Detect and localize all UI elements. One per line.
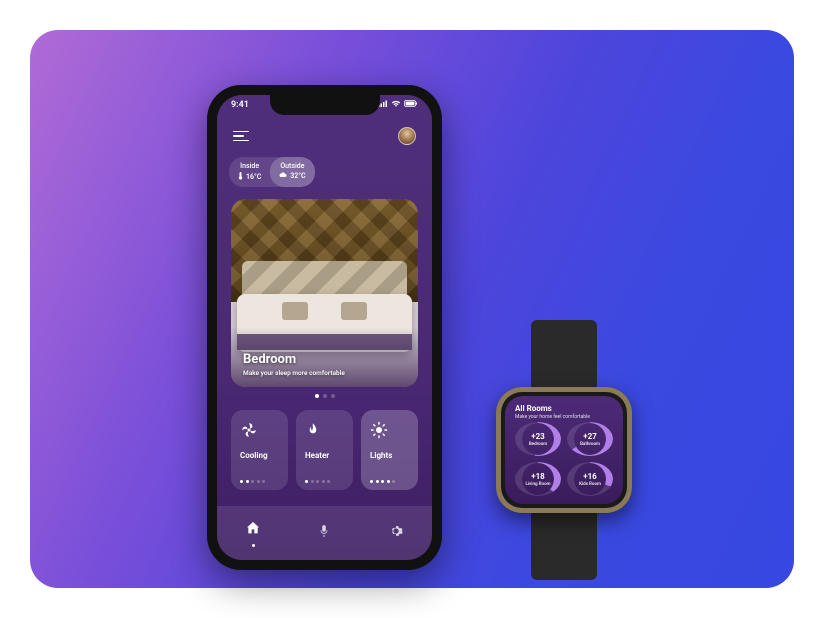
tile-level bbox=[370, 480, 395, 483]
fan-icon bbox=[240, 419, 279, 441]
room-gauge-bedroom[interactable]: +23 Bedroom bbox=[515, 422, 561, 456]
phone-notch bbox=[270, 95, 380, 115]
watch-mockup: All Rooms Make your home feel comfortabl… bbox=[496, 320, 632, 580]
tile-lights[interactable]: Lights bbox=[361, 410, 418, 490]
nav-settings[interactable] bbox=[388, 523, 404, 543]
watch-subtitle: Make your home feel comfortable bbox=[515, 414, 613, 420]
nav-home[interactable] bbox=[245, 520, 261, 547]
menu-icon[interactable] bbox=[233, 128, 249, 145]
cloud-icon bbox=[279, 172, 287, 180]
page-indicator bbox=[217, 394, 432, 398]
page-dot bbox=[323, 394, 327, 398]
gauge-name: Bathroom bbox=[580, 442, 600, 447]
tile-cooling[interactable]: Cooling bbox=[231, 410, 288, 490]
signal-icon bbox=[378, 100, 388, 110]
phone-screen: 9:41 Insid bbox=[217, 95, 432, 560]
tile-label: Heater bbox=[305, 451, 344, 460]
watch-rooms-grid: +23 Bedroom +27 Bathroom +18 Living Room bbox=[515, 422, 613, 496]
page-dot bbox=[315, 394, 319, 398]
watch-screen: All Rooms Make your home feel comfortabl… bbox=[505, 396, 623, 504]
avatar[interactable] bbox=[398, 127, 416, 145]
watch-case: All Rooms Make your home feel comfortabl… bbox=[496, 387, 632, 513]
flame-icon bbox=[305, 419, 344, 441]
environment-toggle[interactable]: Inside 16°C Outside 32°C bbox=[229, 157, 315, 187]
device-tiles: Cooling Heater bbox=[231, 410, 418, 490]
tile-label: Lights bbox=[370, 451, 409, 460]
room-subtitle: Make your sleep more comfortable bbox=[243, 369, 345, 377]
status-time: 9:41 bbox=[231, 100, 249, 110]
wifi-icon bbox=[391, 100, 401, 110]
gauge-temp: +27 bbox=[583, 432, 597, 441]
microphone-icon bbox=[317, 523, 331, 543]
phone-mockup: 9:41 Insid bbox=[207, 85, 442, 570]
gauge-temp: +18 bbox=[531, 472, 545, 481]
gauge-name: Living Room bbox=[525, 482, 550, 487]
env-inside-value: 16°C bbox=[246, 173, 261, 181]
gear-icon bbox=[388, 523, 404, 543]
tile-level bbox=[305, 480, 330, 483]
nav-voice[interactable] bbox=[317, 523, 331, 543]
bottom-nav bbox=[217, 506, 432, 560]
tile-heater[interactable]: Heater bbox=[296, 410, 353, 490]
env-outside[interactable]: Outside 32°C bbox=[270, 157, 314, 187]
gauge-name: Kids Room bbox=[579, 482, 601, 487]
home-icon bbox=[245, 520, 261, 540]
battery-icon bbox=[404, 100, 418, 110]
page-dot bbox=[331, 394, 335, 398]
status-icons bbox=[378, 100, 418, 110]
env-inside-label: Inside bbox=[238, 162, 261, 170]
env-inside[interactable]: Inside 16°C bbox=[229, 157, 270, 187]
gauge-temp: +23 bbox=[531, 432, 545, 441]
gradient-canvas: 9:41 Insid bbox=[30, 30, 794, 588]
room-gauge-kids[interactable]: +16 Kids Room bbox=[567, 462, 613, 496]
watch-band-bottom bbox=[531, 505, 597, 580]
watch-title: All Rooms bbox=[515, 404, 613, 413]
thermometer-icon bbox=[238, 172, 243, 182]
room-card[interactable]: Bedroom Make your sleep more comfortable bbox=[231, 199, 418, 387]
gauge-name: Bedroom bbox=[529, 442, 547, 447]
room-title: Bedroom bbox=[243, 352, 345, 367]
room-gauge-bathroom[interactable]: +27 Bathroom bbox=[567, 422, 613, 456]
env-outside-value: 32°C bbox=[290, 172, 305, 180]
brightness-icon bbox=[370, 419, 409, 441]
room-gauge-living[interactable]: +18 Living Room bbox=[515, 462, 561, 496]
tile-level bbox=[240, 480, 265, 483]
watch-band-top bbox=[531, 320, 597, 395]
tile-label: Cooling bbox=[240, 451, 279, 460]
gauge-temp: +16 bbox=[583, 472, 597, 481]
env-outside-label: Outside bbox=[279, 162, 305, 170]
phone-header bbox=[217, 127, 432, 145]
nav-active-dot bbox=[252, 544, 255, 547]
